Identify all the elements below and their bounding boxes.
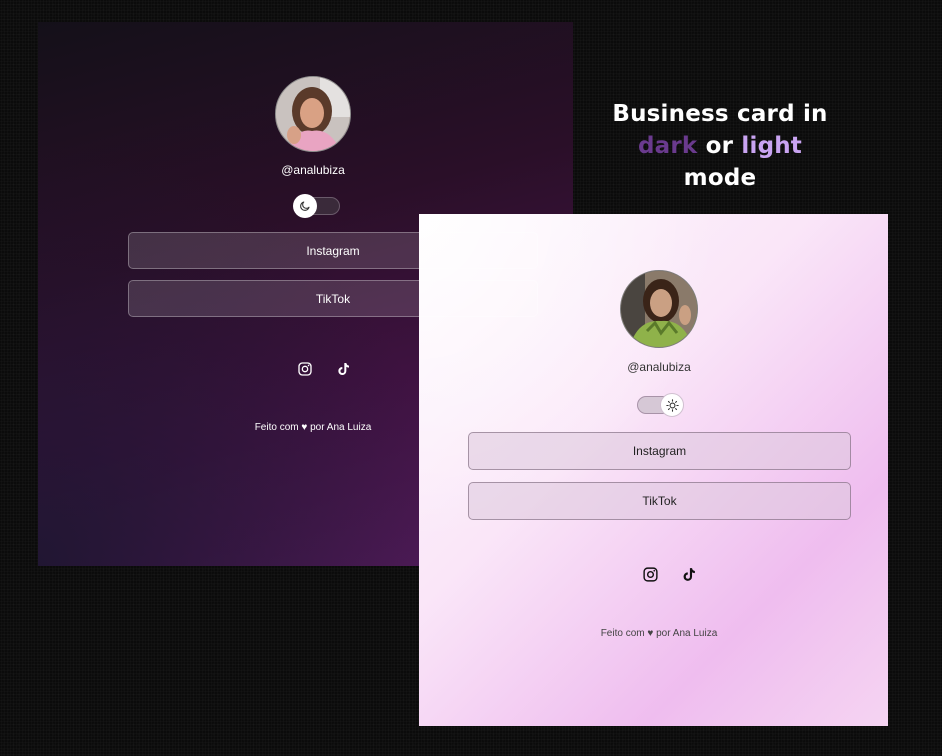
avatar xyxy=(620,270,698,348)
headline-word-light: light xyxy=(741,133,803,159)
instagram-button[interactable]: Instagram xyxy=(128,232,538,269)
footer-prefix: Feito com xyxy=(254,422,299,433)
headline: Business card in dark or light mode xyxy=(600,98,840,194)
headline-line-2: dark or light mode xyxy=(600,130,840,194)
instagram-button[interactable]: Instagram xyxy=(468,432,851,470)
toggle-knob[interactable] xyxy=(293,194,317,218)
headline-line-1: Business card in xyxy=(612,101,828,127)
username: @analubiza xyxy=(281,163,345,177)
moon-icon xyxy=(300,201,310,211)
instagram-icon[interactable] xyxy=(641,565,659,583)
theme-toggle[interactable] xyxy=(637,393,684,417)
sun-icon xyxy=(665,398,679,412)
footer-credit: Feito com ♥ por Ana Luiza xyxy=(419,628,888,639)
tiktok-button[interactable]: TikTok xyxy=(468,482,851,520)
avatar xyxy=(275,76,351,152)
tiktok-icon[interactable] xyxy=(334,360,352,378)
tiktok-button[interactable]: TikTok xyxy=(128,280,538,317)
heart-icon: ♥ xyxy=(647,628,654,639)
username: @analubiza xyxy=(627,360,691,374)
footer-suffix: por Ana Luiza xyxy=(656,628,718,639)
tiktok-icon[interactable] xyxy=(679,565,697,583)
heart-icon: ♥ xyxy=(301,422,308,433)
headline-word-mode: mode xyxy=(683,165,757,191)
toggle-knob[interactable] xyxy=(660,393,684,417)
footer-prefix: Feito com xyxy=(600,628,645,639)
social-links xyxy=(641,565,697,583)
theme-toggle[interactable] xyxy=(293,194,340,218)
headline-word-or: or xyxy=(705,133,734,159)
footer-suffix: por Ana Luiza xyxy=(310,422,372,433)
headline-word-dark: dark xyxy=(637,133,698,159)
avatar-photo xyxy=(621,271,697,347)
social-links xyxy=(296,360,352,378)
avatar-photo xyxy=(276,77,350,151)
instagram-icon[interactable] xyxy=(296,360,314,378)
